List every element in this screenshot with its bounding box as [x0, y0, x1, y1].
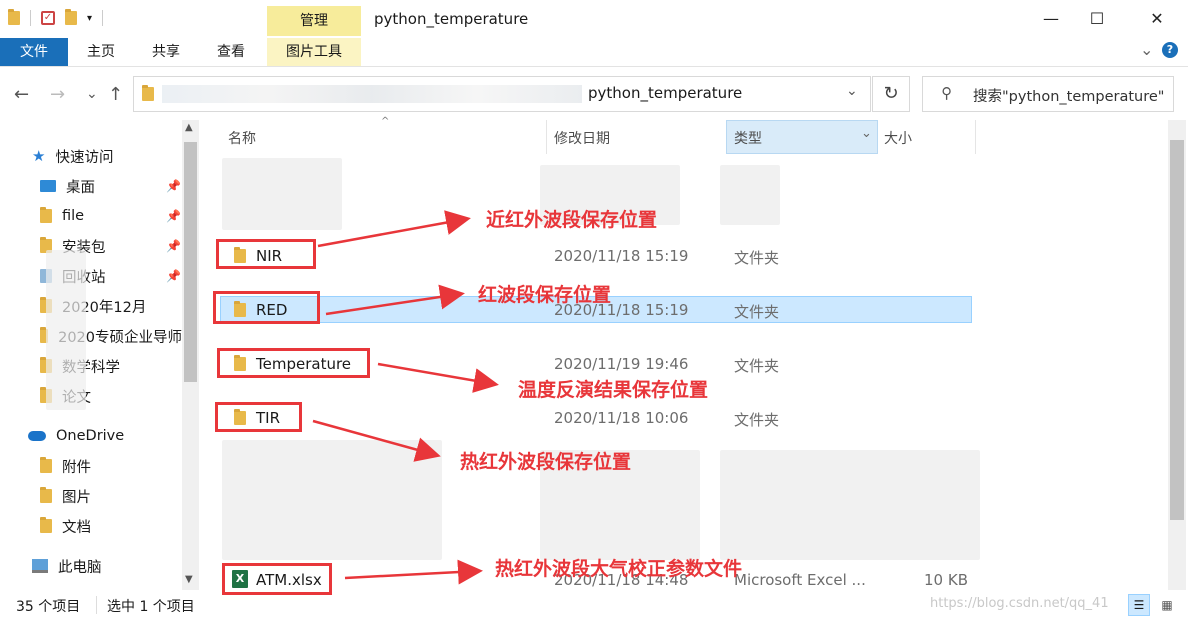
annotation-temperature: 温度反演结果保存位置: [518, 379, 709, 401]
annotation-nir: 近红外波段保存位置: [486, 209, 658, 231]
details-view-icon[interactable]: ☰: [1128, 594, 1150, 616]
main-scroll-thumb[interactable]: [1170, 140, 1184, 520]
annotation-arrows: [312, 210, 499, 585]
annotation-arrow: [325, 284, 465, 316]
annotation-atm: 热红外波段大气校正参数文件: [495, 558, 743, 580]
separator: [96, 596, 97, 614]
item-count: 35 个项目: [16, 599, 81, 615]
annotation-arrow: [317, 210, 471, 248]
annotation-arrow: [377, 362, 499, 393]
large-icons-view-icon[interactable]: ▦: [1156, 594, 1178, 616]
annotation-red: 红波段保存位置: [478, 284, 612, 306]
annotation-tir: 热红外波段保存位置: [460, 451, 632, 473]
selection-count: 选中 1 个项目: [107, 599, 195, 615]
annotation-arrow: [312, 419, 441, 462]
annotation-arrow: [344, 559, 483, 585]
watermark: https://blog.csdn.net/qq_41: [930, 596, 1109, 611]
